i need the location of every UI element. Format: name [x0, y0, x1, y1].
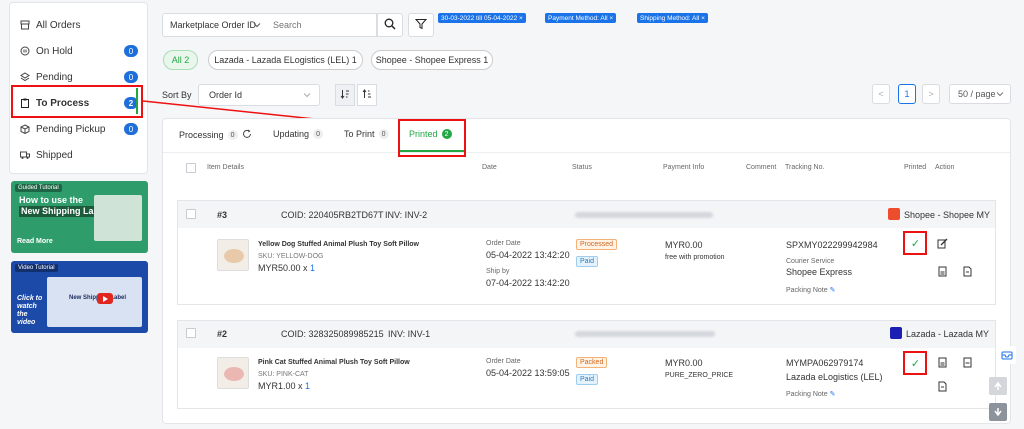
payment-note: PURE_ZERO_PRICE: [665, 372, 734, 379]
order-coid: COID: 220405RB2TD67T: [281, 210, 384, 220]
tracking-number: MYMPA062979174: [786, 358, 864, 368]
product-image: [217, 239, 249, 271]
scroll-down-button[interactable]: [989, 403, 1007, 421]
highlight-box: [398, 119, 466, 157]
order-number: #3: [217, 210, 228, 220]
courier-name: Shopee Express: [786, 267, 853, 277]
tab-processing[interactable]: Processing 0: [179, 129, 252, 141]
refresh-icon[interactable]: [242, 129, 252, 141]
product-price: MYR1.00 x 1: [258, 381, 311, 391]
product-sku: SKU: PINK-CAT: [258, 371, 309, 378]
order-invoice: INV: INV-1: [388, 329, 431, 339]
tab-count: 0: [378, 129, 389, 139]
order-number: #2: [217, 329, 228, 339]
packing-note-link[interactable]: Packing Note ✎: [786, 286, 835, 294]
payment-amount: MYR0.00: [665, 240, 703, 250]
lazada-icon: [890, 327, 902, 339]
date-label: Order Date: [486, 358, 521, 365]
payment-amount: MYR0.00: [665, 358, 703, 368]
tab-to-print[interactable]: To Print 0: [344, 129, 389, 139]
payment-status-badge: Paid: [576, 374, 599, 385]
payment-status-badge: Paid: [576, 256, 599, 267]
product-price: MYR50.00 x 1: [258, 263, 316, 273]
col-action: Action: [935, 164, 955, 171]
col-printed: Printed: [904, 164, 927, 171]
redacted-address: [575, 331, 715, 337]
status-badge: Processed: [576, 239, 618, 250]
shopee-icon: [888, 208, 900, 220]
pencil-icon: ✎: [829, 287, 836, 294]
col-date: Date: [482, 164, 497, 171]
redacted-address: [575, 212, 713, 218]
tab-count: 0: [227, 130, 238, 140]
inbox-icon[interactable]: [998, 346, 1016, 364]
order-checkbox[interactable]: [186, 328, 196, 338]
print-invoice-icon[interactable]: [962, 266, 973, 277]
courier-name: Lazada eLogistics (LEL): [786, 372, 883, 382]
print-invoice-icon[interactable]: [962, 357, 973, 368]
ship-by-date: 07-04-2022 13:42:20: [486, 278, 570, 288]
order-coid: COID: 328325089985215: [281, 329, 384, 339]
pencil-icon: ✎: [829, 391, 836, 398]
order-date: 05-04-2022 13:59:05: [486, 368, 570, 378]
print-label-icon[interactable]: [937, 266, 948, 277]
packing-note-link[interactable]: Packing Note ✎: [786, 390, 835, 398]
col-payment-info: Payment Info: [663, 164, 705, 171]
product-name[interactable]: Yellow Dog Stuffed Animal Plush Toy Soft…: [258, 241, 419, 248]
order-invoice: INV: INV-2: [385, 210, 428, 220]
col-status: Status: [572, 164, 592, 171]
print-document-icon[interactable]: [937, 381, 948, 392]
product-sku: SKU: YELLOW-DOG: [258, 253, 324, 260]
marketplace-name: Shopee - Shopee MY: [904, 210, 991, 220]
printed-check-icon: ✓: [910, 238, 921, 250]
courier-label: Courier Service: [786, 258, 835, 265]
select-all-checkbox[interactable]: [186, 163, 196, 173]
tab-count: 0: [313, 129, 324, 139]
tab-divider: [163, 152, 1010, 153]
tab-updating[interactable]: Updating 0: [273, 129, 324, 139]
payment-note: free with promotion: [665, 254, 725, 261]
marketplace-name: Lazada - Lazada MY: [906, 329, 990, 339]
order-date: 05-04-2022 13:42:20: [486, 250, 570, 260]
scroll-up-button[interactable]: [989, 377, 1007, 395]
col-tracking: Tracking No.: [785, 164, 825, 171]
print-label-icon[interactable]: [937, 357, 948, 368]
printed-check-icon: ✓: [910, 358, 921, 370]
product-image: [217, 357, 249, 389]
order-checkbox[interactable]: [186, 209, 196, 219]
date-label: Order Date: [486, 240, 521, 247]
status-badge: Packed: [576, 357, 608, 368]
ship-by-label: Ship by: [486, 268, 510, 275]
col-comment: Comment: [746, 164, 777, 171]
tracking-number: SPXMY022299942984: [786, 240, 878, 250]
col-item-details: Item Details: [207, 164, 244, 171]
product-name[interactable]: Pink Cat Stuffed Animal Plush Toy Soft P…: [258, 359, 410, 366]
edit-icon[interactable]: [937, 238, 948, 249]
